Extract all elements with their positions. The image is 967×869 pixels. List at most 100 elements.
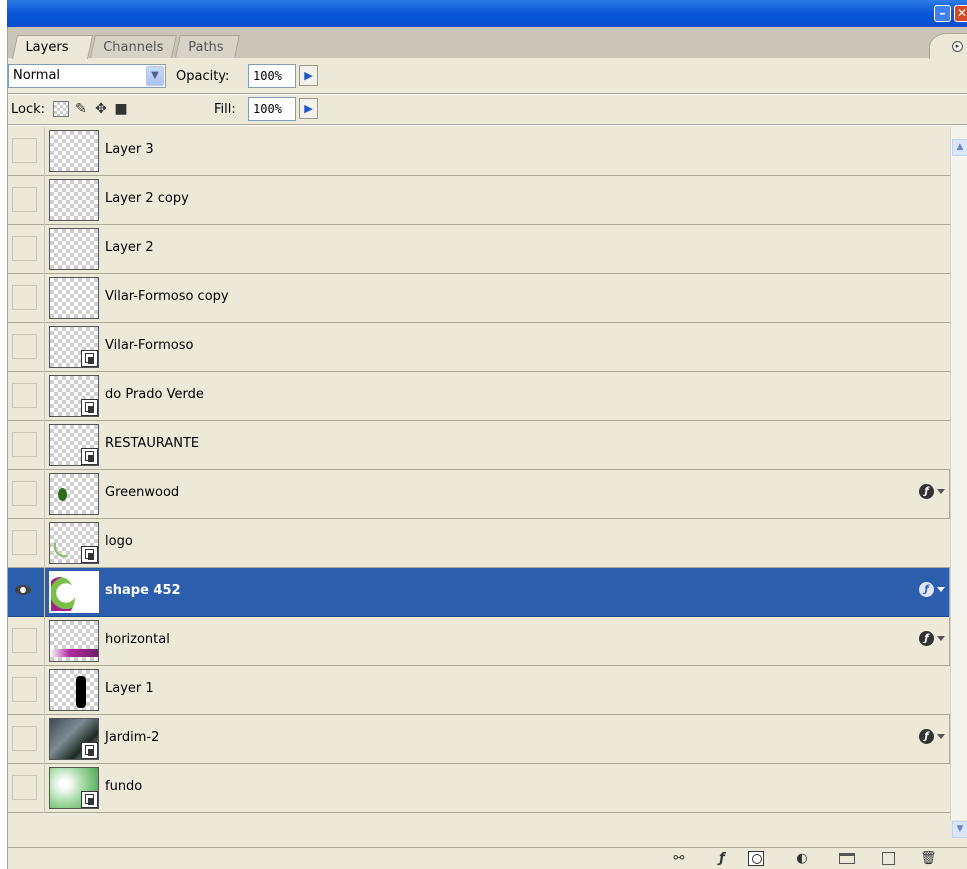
layer-row[interactable]: Vilar-Formoso copy	[8, 274, 950, 323]
visibility-toggle[interactable]	[12, 775, 37, 800]
layer-name[interactable]: fundo	[105, 779, 142, 794]
layer-thumbnail[interactable]	[49, 277, 99, 319]
visibility-toggle[interactable]	[12, 187, 37, 212]
minimize-icon[interactable]: –	[934, 5, 951, 22]
layer-name[interactable]: horizontal	[105, 632, 170, 647]
layer-name[interactable]: Layer 3	[105, 142, 154, 157]
close-icon[interactable]: ✕	[954, 5, 967, 22]
layer-name[interactable]: shape 452	[105, 583, 181, 598]
layer-name[interactable]: Layer 2	[105, 240, 154, 255]
visibility-toggle[interactable]	[12, 530, 37, 555]
visibility-toggle[interactable]	[12, 432, 37, 457]
layers-scrollbar[interactable]: ▲ ▼	[950, 127, 967, 838]
expand-effects-icon[interactable]	[937, 734, 945, 739]
layer-thumbnail[interactable]	[49, 130, 99, 172]
layer-thumbnail[interactable]	[49, 375, 99, 417]
divider	[44, 372, 45, 421]
layer-thumbnail[interactable]	[49, 228, 99, 270]
lock-position-move-icon[interactable]: ✥	[93, 101, 109, 117]
smart-object-icon	[81, 448, 98, 465]
new-layer-icon[interactable]	[882, 852, 895, 865]
window-titlebar: – ✕	[7, 0, 967, 27]
tab-paths[interactable]: Paths	[175, 35, 240, 58]
visibility-toggle[interactable]	[12, 579, 37, 604]
visibility-toggle[interactable]	[12, 334, 37, 359]
layer-effects-icon[interactable]: ƒ	[919, 484, 934, 499]
layer-name[interactable]: Vilar-Formoso	[105, 338, 193, 353]
layer-row[interactable]: Layer 1	[8, 666, 950, 715]
visibility-toggle[interactable]	[12, 677, 37, 702]
layer-effects-icon[interactable]: ƒ	[919, 582, 934, 597]
scroll-down-icon[interactable]: ▼	[952, 821, 967, 838]
layer-mask-icon[interactable]	[748, 851, 764, 866]
opacity-slider-button[interactable]: ▶	[299, 65, 318, 86]
layer-thumbnail[interactable]	[49, 767, 99, 809]
layer-row[interactable]: logo	[8, 519, 950, 568]
visibility-toggle[interactable]	[12, 285, 37, 310]
layer-row[interactable]: Layer 3	[8, 127, 950, 176]
expand-effects-icon[interactable]	[937, 636, 945, 641]
layer-name[interactable]: Vilar-Formoso copy	[105, 289, 229, 304]
panel-menu-button[interactable]: ▸	[929, 33, 967, 59]
layers-bottom-toolbar: ⚯ ƒ ◐ 🗑	[8, 847, 967, 869]
visibility-toggle[interactable]	[12, 236, 37, 261]
tab-channels[interactable]: Channels	[90, 35, 177, 58]
layer-thumbnail[interactable]	[49, 522, 99, 564]
expand-effects-icon[interactable]	[937, 489, 945, 494]
layer-row[interactable]: shape 452 ƒ	[8, 568, 950, 617]
layer-row[interactable]: horizontal ƒ	[8, 617, 950, 666]
expand-effects-icon[interactable]	[937, 587, 945, 592]
lock-image-brush-icon[interactable]: ✎	[73, 101, 89, 117]
thumbnail-content	[76, 676, 86, 708]
layer-effects-icon[interactable]: ƒ	[919, 729, 934, 744]
divider	[44, 666, 45, 715]
layer-name[interactable]: Jardim-2	[105, 730, 159, 745]
fill-slider-button[interactable]: ▶	[299, 98, 318, 119]
layer-style-icon[interactable]: ƒ	[714, 851, 730, 866]
layer-thumbnail[interactable]	[49, 718, 99, 760]
thumbnail-content	[58, 488, 67, 501]
visibility-toggle[interactable]	[12, 138, 37, 163]
layer-thumbnail[interactable]	[49, 669, 99, 711]
new-group-icon[interactable]	[839, 853, 855, 864]
panel-tabstrip: Channels Paths Layers ▸	[8, 27, 967, 59]
layer-thumbnail[interactable]	[49, 424, 99, 466]
layer-name[interactable]: logo	[105, 534, 133, 549]
layer-row[interactable]: Jardim-2 ƒ	[8, 715, 950, 764]
divider	[8, 124, 967, 126]
lock-all-icon[interactable]: ■	[113, 101, 129, 117]
layer-row[interactable]: Layer 2 copy	[8, 176, 950, 225]
layer-name[interactable]: Greenwood	[105, 485, 179, 500]
opacity-input[interactable]: 100%	[248, 64, 296, 88]
layer-row[interactable]: do Prado Verde	[8, 372, 950, 421]
fill-input[interactable]: 100%	[248, 97, 296, 121]
layer-thumbnail[interactable]	[49, 179, 99, 221]
lock-transparency-icon[interactable]	[53, 101, 69, 117]
visibility-toggle[interactable]	[12, 726, 37, 751]
layer-effects-icon[interactable]: ƒ	[919, 631, 934, 646]
layer-thumbnail[interactable]	[49, 571, 99, 613]
layer-name[interactable]: do Prado Verde	[105, 387, 204, 402]
layer-thumbnail[interactable]	[49, 620, 99, 662]
tab-layers[interactable]: Layers	[12, 35, 94, 59]
visibility-toggle[interactable]	[12, 628, 37, 653]
layer-name[interactable]: Layer 1	[105, 681, 154, 696]
layer-row[interactable]: fundo	[8, 764, 950, 813]
layer-row[interactable]: Greenwood ƒ	[8, 470, 950, 519]
scroll-up-icon[interactable]: ▲	[952, 139, 967, 156]
visibility-toggle[interactable]	[12, 383, 37, 408]
layer-row[interactable]: Vilar-Formoso	[8, 323, 950, 372]
layer-name[interactable]: RESTAURANTE	[105, 436, 199, 451]
visibility-toggle[interactable]	[12, 481, 37, 506]
chevron-down-icon[interactable]: ▼	[146, 66, 164, 86]
layer-name[interactable]: Layer 2 copy	[105, 191, 189, 206]
delete-layer-icon[interactable]: 🗑	[920, 851, 937, 866]
layer-row[interactable]: Layer 2	[8, 225, 950, 274]
layer-thumbnail[interactable]	[49, 473, 99, 515]
adjustment-layer-icon[interactable]: ◐	[794, 851, 810, 866]
link-layers-icon[interactable]: ⚯	[671, 851, 687, 866]
blend-mode-select[interactable]: Normal ▼	[8, 64, 166, 88]
smart-object-icon	[81, 742, 98, 759]
layer-row[interactable]: RESTAURANTE	[8, 421, 950, 470]
layer-thumbnail[interactable]	[49, 326, 99, 368]
